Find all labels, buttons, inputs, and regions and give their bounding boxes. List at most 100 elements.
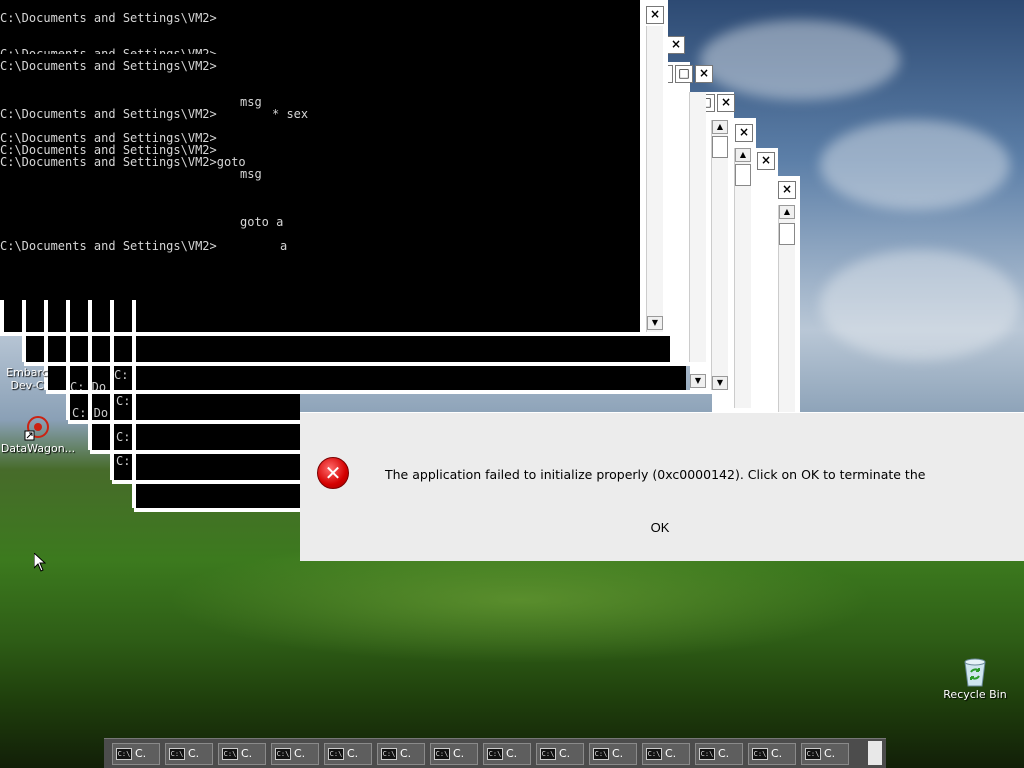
scroll-thumb[interactable] [779, 223, 795, 245]
console-line: msg [240, 167, 262, 181]
console-fragment-label: C: [116, 430, 131, 444]
desktop-icon-datawagon[interactable]: DataWagon... [0, 414, 76, 455]
taskbar-button-console[interactable]: C:\ C. [324, 743, 372, 765]
console-fragment[interactable]: C: C: Do [68, 394, 300, 420]
console-window-stack-3[interactable] [668, 62, 690, 362]
close-icon[interactable]: × [667, 36, 685, 54]
console-icon: C:\ [381, 748, 397, 760]
taskbar-button-console[interactable]: C:\ C. [642, 743, 690, 765]
mouse-cursor-icon [33, 551, 47, 575]
scroll-down-arrow-icon[interactable]: ▼ [712, 376, 728, 390]
console-line: C:\Documents and Settings\VM2> [0, 11, 217, 25]
taskbar-button-console[interactable]: C:\ C. [536, 743, 584, 765]
console-icon: C:\ [646, 748, 662, 760]
console-icon: C:\ [116, 748, 132, 760]
window-border [66, 300, 70, 420]
desktop: □ × ▲ × × ▲ _ □ × ▲ ▼ _ □ × ▼ × ▲ [0, 0, 1024, 768]
close-icon[interactable]: × [717, 94, 735, 112]
console-scrollbar[interactable]: ▲ [734, 148, 751, 408]
console-icon: C:\ [805, 748, 821, 760]
taskbar-button-console[interactable]: C:\ C. [483, 743, 531, 765]
console-line: a [280, 239, 288, 253]
error-x-icon: ✕ [317, 457, 349, 489]
main-console-window[interactable]: C:\Documents and Settings\VM2> C:\Docume… [0, 0, 640, 300]
desktop-icon-embarcadero[interactable]: Embarc Dev-C [2, 366, 52, 392]
scroll-up-arrow-icon[interactable]: ▲ [779, 205, 795, 219]
taskbar-button-console[interactable]: C:\ C. [748, 743, 796, 765]
close-icon[interactable]: × [735, 124, 753, 142]
console-scrollbar[interactable]: ▼ [646, 26, 663, 332]
console-icon: C:\ [275, 748, 291, 760]
desktop-icon-label: Embarc [6, 366, 48, 379]
taskbar-button-label: C. [506, 747, 518, 760]
recycle-bin-icon [960, 656, 990, 688]
console-fragment[interactable] [24, 336, 670, 362]
taskbar-button-label: C. [771, 747, 783, 760]
window-border [0, 300, 4, 332]
console-icon: C:\ [487, 748, 503, 760]
sky-cloud [820, 120, 1010, 210]
console-scrollbar[interactable]: ▼ [689, 92, 706, 388]
taskbar-button-console[interactable]: C:\ C. [165, 743, 213, 765]
taskbar-button-label: C. [718, 747, 730, 760]
console-title-buttons: × [757, 152, 775, 170]
taskbar-button-label: C. [453, 747, 465, 760]
desktop-icon-label: Dev-C [10, 379, 44, 392]
console-fragment-label: C: [116, 454, 131, 468]
console-line: C:\Documents and Settings\VM2> [0, 239, 217, 253]
scroll-up-arrow-icon[interactable]: ▲ [712, 120, 728, 134]
console-title-buttons: × [735, 124, 753, 142]
close-icon[interactable]: × [695, 65, 713, 83]
taskbar-button-console[interactable]: C:\ C. [801, 743, 849, 765]
taskbar-button-label: C. [241, 747, 253, 760]
close-icon[interactable]: × [757, 152, 775, 170]
console-fragment[interactable]: C: [90, 424, 300, 450]
taskbar-scroll-button[interactable] [868, 741, 882, 765]
taskbar-button-console[interactable]: C:\ C. [218, 743, 266, 765]
window-border [110, 300, 114, 480]
console-icon: C:\ [222, 748, 238, 760]
taskbar-button-console[interactable]: C:\ C. [271, 743, 319, 765]
scroll-down-arrow-icon[interactable]: ▼ [647, 316, 663, 330]
scroll-thumb[interactable] [735, 164, 751, 186]
scroll-up-arrow-icon[interactable]: ▲ [735, 148, 751, 162]
desktop-icon-label: DataWagon... [0, 442, 76, 455]
console-fragment[interactable]: C: [112, 454, 300, 480]
console-line: C:\Documents and Settings\VM2>goto [0, 155, 246, 169]
close-icon[interactable]: × [646, 6, 664, 24]
window-border [134, 508, 300, 512]
desktop-icon-label: Recycle Bin [943, 688, 1007, 701]
taskbar-button-console[interactable]: C:\ C. [695, 743, 743, 765]
sky-cloud [700, 20, 900, 100]
scroll-down-arrow-icon[interactable]: ▼ [690, 374, 706, 388]
taskbar-button-console[interactable]: C:\ C. [377, 743, 425, 765]
error-dialog: ✕ The application failed to initialize p… [300, 412, 1024, 561]
taskbar-button-label: C. [294, 747, 306, 760]
taskbar-button-label: C. [135, 747, 147, 760]
console-title-buttons: × [667, 36, 685, 54]
taskbar-button-console[interactable]: C:\ C. [589, 743, 637, 765]
desktop-icon-recycle-bin[interactable]: Recycle Bin [940, 656, 1010, 701]
datawagon-icon [24, 414, 52, 442]
taskbar-button-label: C. [400, 747, 412, 760]
console-fragment[interactable]: C: C: Do [46, 366, 686, 394]
window-border [22, 300, 26, 362]
close-icon[interactable]: × [778, 181, 796, 199]
taskbar-button-console[interactable]: C:\ C. [112, 743, 160, 765]
taskbar-button-console[interactable]: C:\ C. [430, 743, 478, 765]
console-scrollbar[interactable]: ▲ ▼ [711, 120, 728, 390]
window-border [132, 300, 136, 508]
console-fragment[interactable] [134, 484, 300, 508]
taskbar-button-label: C. [824, 747, 836, 760]
window-border [88, 300, 92, 450]
maximize-icon[interactable]: □ [675, 65, 693, 83]
console-fragment[interactable] [0, 300, 640, 332]
taskbar-button-label: C. [559, 747, 571, 760]
ok-button[interactable]: OK [630, 517, 690, 537]
scroll-thumb[interactable] [712, 136, 728, 158]
console-scrollbar[interactable]: ▲ [778, 205, 795, 412]
console-icon: C:\ [169, 748, 185, 760]
console-icon: C:\ [434, 748, 450, 760]
taskbar: C:\ C. C:\ C. C:\ C. C:\ C. C:\ C. C:\ C. C:\ C… [104, 738, 886, 768]
console-line: C:\Documents and Settings\VM2> [0, 48, 217, 54]
